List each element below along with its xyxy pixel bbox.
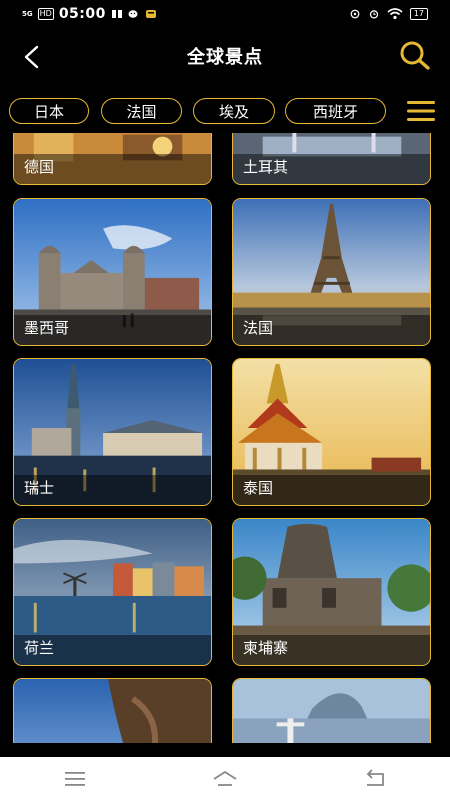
signal-indicator: 5G <box>22 9 33 18</box>
tab-label: 埃及 <box>218 102 249 121</box>
chevron-left-icon[interactable] <box>18 42 48 72</box>
location-icon <box>350 9 360 19</box>
system-nav-bar <box>0 757 450 800</box>
home-icon[interactable] <box>212 768 238 790</box>
tab-japan[interactable]: 日本 <box>9 98 89 124</box>
recent-apps-icon[interactable] <box>62 768 88 790</box>
notification-icon <box>145 10 156 18</box>
card-switzerland[interactable]: 瑞士 <box>13 358 212 506</box>
return-icon[interactable] <box>362 768 388 790</box>
wifi-icon <box>387 8 403 20</box>
card-germany[interactable]: 德国 <box>13 133 212 185</box>
card-netherlands[interactable]: 荷兰 <box>13 518 212 666</box>
tab-spain[interactable]: 西班牙 <box>285 98 386 124</box>
tab-france[interactable]: 法国 <box>101 98 182 124</box>
cliff-photo <box>14 679 211 743</box>
card-mexico[interactable]: 墨西哥 <box>13 198 212 346</box>
card-label: 泰国 <box>243 479 274 497</box>
card-label: 墨西哥 <box>24 319 70 337</box>
page-title: 全球景点 <box>187 47 263 68</box>
status-bar: 5G HD 05:00 17 <box>0 0 450 28</box>
card-label: 荷兰 <box>24 639 55 657</box>
card-label: 德国 <box>24 158 55 176</box>
search-icon[interactable] <box>398 40 432 72</box>
tab-label: 法国 <box>126 102 157 121</box>
card-label: 瑞士 <box>24 479 55 497</box>
card-rio[interactable] <box>232 678 431 743</box>
status-left: 5G HD 05:00 <box>0 6 157 22</box>
card-label: 法国 <box>243 319 274 337</box>
country-tabs: 日本 法国 埃及 西班牙 <box>0 98 450 126</box>
hd-badge: HD <box>37 8 54 20</box>
clock-time: 05:00 <box>58 6 106 22</box>
hamburger-menu-icon[interactable] <box>404 98 438 124</box>
rio-photo <box>233 679 430 743</box>
status-right: 17 <box>349 8 450 20</box>
book-icon <box>111 10 122 18</box>
card-label: 柬埔寨 <box>243 639 289 657</box>
tab-label: 日本 <box>33 102 64 121</box>
destination-grid: 德国 土耳其 墨西哥 法国 瑞士 泰国 荷兰 柬埔寨 <box>0 133 450 743</box>
card-turkey[interactable]: 土耳其 <box>232 133 431 185</box>
card-france[interactable]: 法国 <box>232 198 431 346</box>
alarm-icon <box>369 10 378 19</box>
card-cambodia[interactable]: 柬埔寨 <box>232 518 431 666</box>
battery-level: 17 <box>409 8 428 20</box>
tab-label: 西班牙 <box>312 102 358 121</box>
card-cliff[interactable] <box>13 678 212 743</box>
card-thailand[interactable]: 泰国 <box>232 358 431 506</box>
card-label: 土耳其 <box>243 158 289 176</box>
app-header: 全球景点 <box>0 32 450 80</box>
wechat-icon <box>128 10 138 18</box>
tab-egypt[interactable]: 埃及 <box>193 98 275 124</box>
